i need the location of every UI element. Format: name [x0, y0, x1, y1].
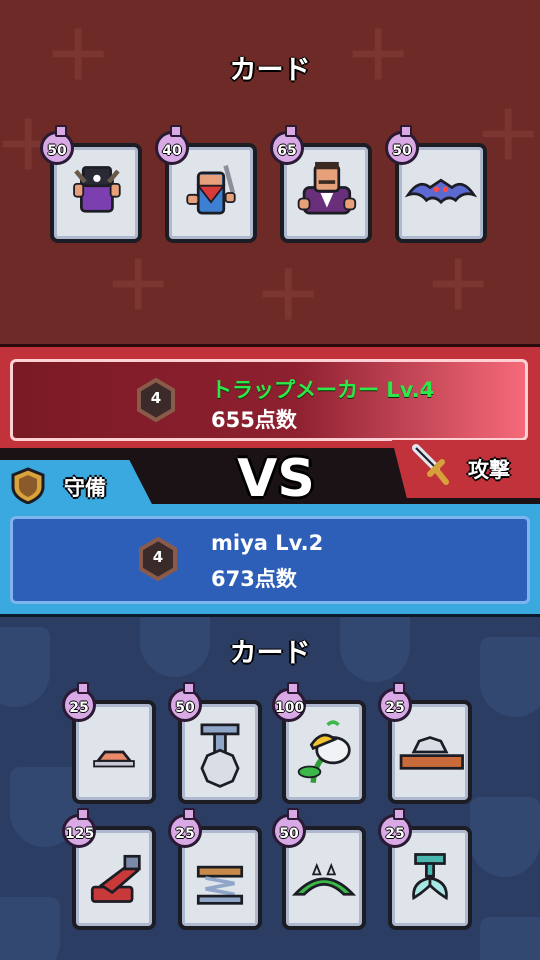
defender-section-title: カード: [229, 638, 311, 669]
opponent-panel: 4 トラップメーカー Lv.4 655点数: [10, 359, 528, 441]
shield-pattern-icon: [480, 917, 540, 960]
player-panel: 4 miya Lv.2 673点数: [10, 516, 530, 604]
opponent-info-bar: 4 トラップメーカー Lv.4 655点数: [0, 344, 540, 451]
plant-trap-icon: [297, 720, 351, 784]
attacker-card-2[interactable]: 40: [155, 125, 257, 243]
player-score: 673点数: [211, 567, 297, 591]
shield-icon: [11, 467, 45, 505]
opponent-score: 655点数: [211, 408, 297, 432]
defender-card-7[interactable]: 50: [272, 808, 366, 930]
bat-character-icon: [404, 178, 478, 205]
pressure-plate-trap-icon: [93, 750, 135, 768]
sword-icon: [412, 444, 449, 485]
floor-saw-trap-icon: [399, 736, 464, 770]
cannon-trap-icon: [90, 854, 141, 903]
defender-card-1[interactable]: 25: [62, 682, 156, 804]
shield-pattern-icon: [470, 797, 540, 877]
player-level-number: 4: [152, 548, 164, 566]
attacker-card-1[interactable]: 50: [40, 125, 142, 243]
spring-trap-icon: [196, 865, 244, 905]
sword-pattern-icon: ✕: [239, 245, 340, 344]
bandit-character-icon: [186, 165, 236, 215]
defender-card-3[interactable]: 100: [272, 682, 366, 804]
defender-card-6[interactable]: 25: [168, 808, 262, 930]
attacker-card-3[interactable]: 65: [270, 125, 372, 243]
shield-pattern-icon: [0, 897, 60, 960]
vs-label: VS: [237, 449, 315, 509]
boss-character-icon: [297, 161, 357, 215]
defender-card-8[interactable]: 25: [378, 808, 472, 930]
sword-pattern-icon: ✕: [89, 235, 190, 335]
opponent-level-number: 4: [150, 389, 162, 407]
defender-card-4[interactable]: 25: [378, 682, 472, 804]
attacker-section-title: カード: [229, 55, 311, 86]
fan-blade-trap-icon: [412, 853, 448, 901]
pirate-character-icon: [73, 166, 121, 213]
opponent-name: トラップメーカー Lv.4: [211, 378, 435, 402]
player-info-bar: 4 miya Lv.2 673点数: [0, 504, 540, 617]
player-name: miya Lv.2: [211, 531, 324, 555]
spike-arch-trap-icon: [291, 862, 357, 896]
saw-drop-trap-icon: [200, 723, 240, 788]
sword-pattern-icon: ✕: [409, 235, 510, 335]
defense-label: 守備: [64, 476, 106, 500]
defender-card-2[interactable]: 50: [168, 682, 262, 804]
attacker-card-4[interactable]: 50: [385, 125, 487, 243]
defender-card-5[interactable]: 125: [62, 808, 156, 930]
attacker-card-area: ✕ ✕ ✕ ✕ ✕ ✕ ✕ カード 50 40 65: [0, 0, 540, 344]
attack-label: 攻撃: [468, 458, 510, 482]
